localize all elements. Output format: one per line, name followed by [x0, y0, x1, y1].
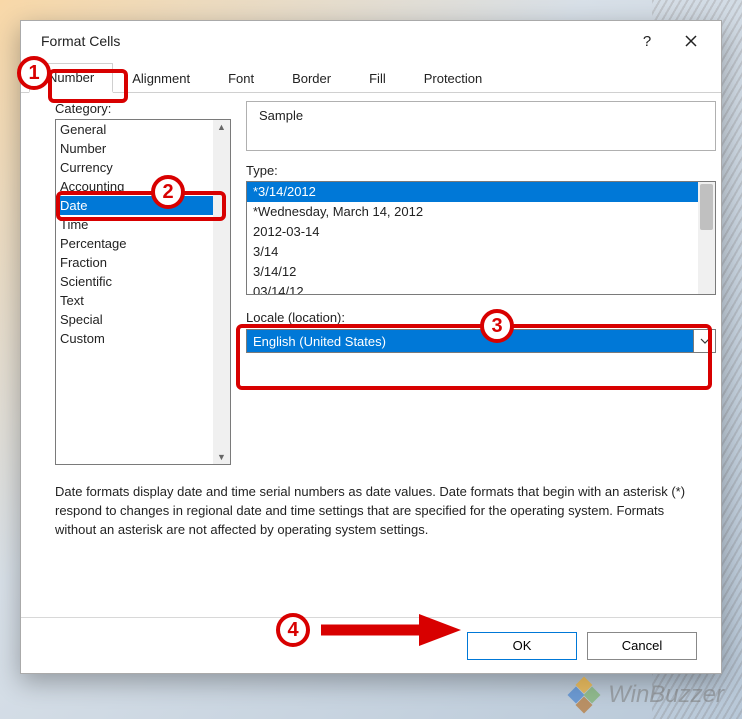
category-item[interactable]: Custom: [56, 329, 230, 348]
category-scrollbar[interactable]: ▲ ▼: [213, 120, 230, 464]
scroll-up-icon: ▲: [217, 122, 226, 132]
close-button[interactable]: [669, 25, 713, 57]
ok-button[interactable]: OK: [467, 632, 577, 660]
titlebar: Format Cells ?: [21, 21, 721, 61]
type-scrollbar[interactable]: [698, 182, 715, 294]
description-text: Date formats display date and time seria…: [55, 483, 697, 540]
category-item[interactable]: Special: [56, 310, 230, 329]
tab-protection[interactable]: Protection: [405, 64, 502, 92]
tab-font[interactable]: Font: [209, 64, 273, 92]
dialog-body: Category: Sample GeneralNumberCurrencyAc…: [21, 93, 721, 617]
close-icon: [685, 35, 697, 47]
watermark-icon: [568, 679, 600, 711]
category-item[interactable]: Accounting: [56, 177, 230, 196]
tab-number[interactable]: Number: [29, 63, 113, 93]
locale-dropdown-caret[interactable]: [693, 330, 715, 352]
type-label: Type:: [246, 163, 278, 178]
chevron-down-icon: [700, 338, 710, 344]
dialog-title: Format Cells: [41, 33, 120, 49]
tab-alignment[interactable]: Alignment: [113, 64, 209, 92]
type-item[interactable]: 2012-03-14: [247, 222, 715, 242]
type-item[interactable]: *Wednesday, March 14, 2012: [247, 202, 715, 222]
category-item[interactable]: Fraction: [56, 253, 230, 272]
category-item[interactable]: General: [56, 120, 230, 139]
format-cells-dialog: Format Cells ? NumberAlignmentFontBorder…: [20, 20, 722, 674]
scroll-down-icon: ▼: [217, 452, 226, 462]
category-item[interactable]: Time: [56, 215, 230, 234]
category-list[interactable]: GeneralNumberCurrencyAccountingDateTimeP…: [55, 119, 231, 465]
type-item[interactable]: 3/14: [247, 242, 715, 262]
category-item[interactable]: Date: [56, 196, 230, 215]
scrollbar-thumb[interactable]: [700, 184, 713, 230]
sample-box: Sample: [246, 101, 716, 151]
tabstrip: NumberAlignmentFontBorderFillProtection: [21, 61, 721, 93]
tab-border[interactable]: Border: [273, 64, 350, 92]
category-label: Category:: [55, 101, 111, 116]
category-item[interactable]: Percentage: [56, 234, 230, 253]
watermark-text: WinBuzzer: [608, 681, 724, 709]
sample-label: Sample: [259, 108, 303, 123]
type-item[interactable]: *3/14/2012: [247, 182, 715, 202]
locale-label: Locale (location):: [246, 310, 345, 325]
locale-value: English (United States): [247, 334, 693, 349]
cancel-button[interactable]: Cancel: [587, 632, 697, 660]
category-item[interactable]: Scientific: [56, 272, 230, 291]
dialog-footer: OK Cancel: [21, 617, 721, 673]
category-item[interactable]: Currency: [56, 158, 230, 177]
help-button[interactable]: ?: [625, 25, 669, 57]
watermark: WinBuzzer: [568, 679, 724, 711]
category-item[interactable]: Number: [56, 139, 230, 158]
tab-fill[interactable]: Fill: [350, 64, 405, 92]
type-list[interactable]: *3/14/2012*Wednesday, March 14, 20122012…: [246, 181, 716, 295]
locale-combobox[interactable]: English (United States): [246, 329, 716, 353]
type-item[interactable]: 03/14/12: [247, 282, 715, 295]
category-item[interactable]: Text: [56, 291, 230, 310]
type-item[interactable]: 3/14/12: [247, 262, 715, 282]
